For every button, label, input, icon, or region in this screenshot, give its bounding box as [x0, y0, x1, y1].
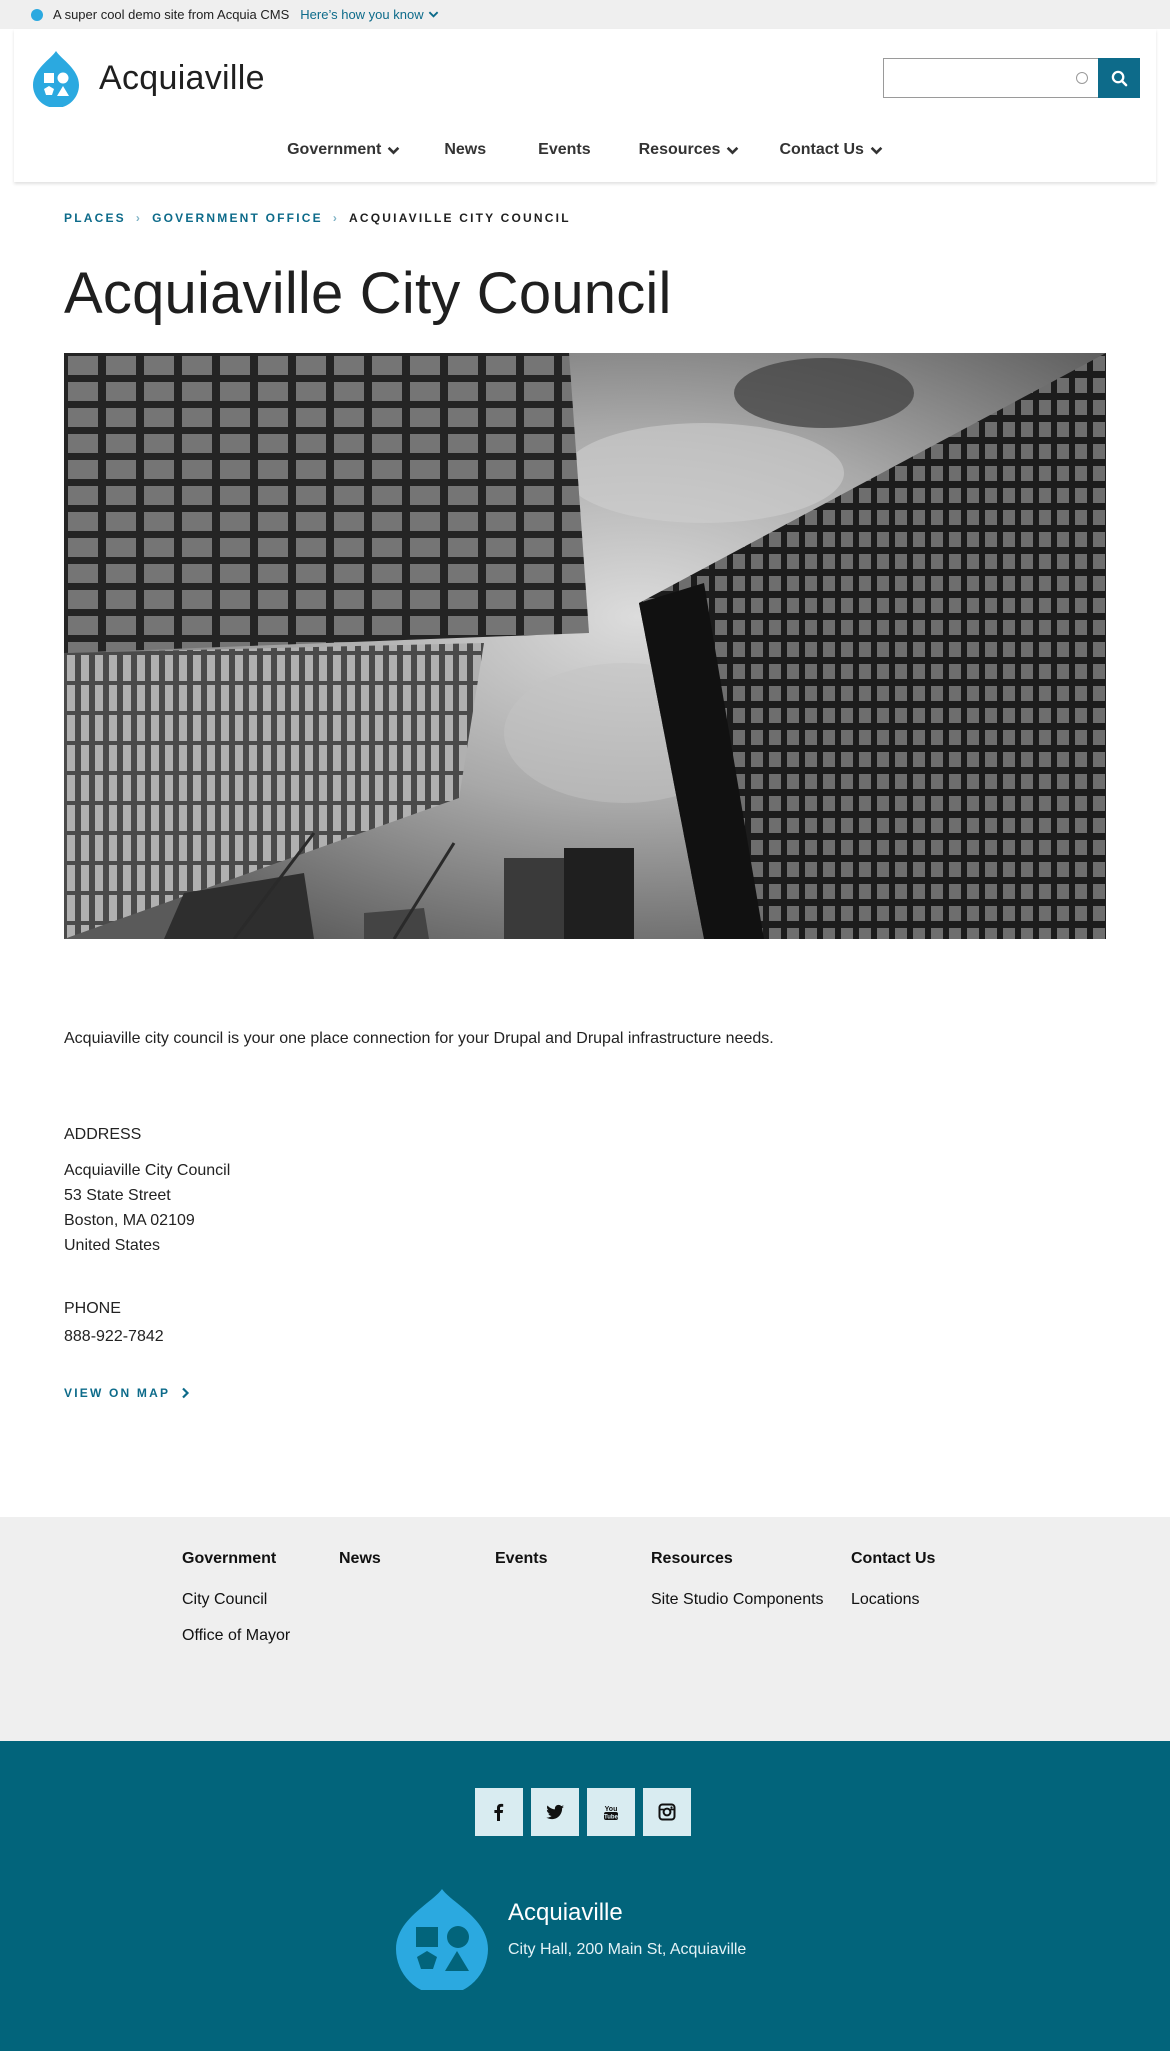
- footer-link-city-council[interactable]: City Council: [182, 1591, 290, 1609]
- view-on-map-link[interactable]: VIEW ON MAP: [64, 1386, 190, 1400]
- address-line: Acquiaville City Council: [64, 1161, 231, 1179]
- acquiaville-logo-icon: [33, 51, 79, 107]
- footer-heading-contact-us[interactable]: Contact Us: [851, 1550, 935, 1568]
- search-button[interactable]: [1098, 58, 1140, 98]
- footer-address: City Hall, 200 Main St, Acquiaville: [508, 1941, 747, 1958]
- breadcrumb-link-places[interactable]: Places: [64, 211, 126, 225]
- facebook-icon: [494, 1803, 504, 1821]
- nav-item-resources[interactable]: Resources: [619, 141, 760, 159]
- social-links: You Tube: [475, 1788, 691, 1836]
- chevron-right-icon: [182, 1387, 190, 1399]
- hero-image: [64, 352, 1106, 939]
- heres-how-you-know-link[interactable]: Here’s how you know: [300, 7, 438, 22]
- facebook-link[interactable]: [475, 1788, 523, 1836]
- drupal-dot-icon: [31, 8, 43, 21]
- chevron-down-icon: [870, 146, 883, 155]
- view-on-map-label: VIEW ON MAP: [64, 1385, 171, 1400]
- chevron-down-icon: [388, 146, 400, 155]
- breadcrumb: Places › Government office › Acquiaville…: [64, 211, 1106, 225]
- footer-link-office-of-mayor[interactable]: Office of Mayor: [182, 1627, 290, 1645]
- footer-site-name[interactable]: Acquiaville: [508, 1899, 623, 1927]
- site-footer: You Tube Acquiaville City Hall, 200 Main …: [0, 1741, 1170, 2051]
- nav-item-label: Resources: [638, 141, 721, 158]
- main-navigation: Government News Events Resources Contact…: [14, 141, 1156, 159]
- chevron-right-icon: ›: [135, 211, 143, 225]
- page-title: Acquiaville City Council: [64, 261, 672, 326]
- footer-menu: Government City Council Office of Mayor …: [0, 1517, 1170, 1741]
- address-block: Acquiaville City Council 53 State Street…: [64, 1158, 1106, 1258]
- address-line: Boston, MA 02109: [64, 1211, 195, 1229]
- youtube-icon: You Tube: [604, 1806, 619, 1821]
- nav-item-label: Contact Us: [779, 141, 864, 158]
- svg-text:Tube: Tube: [604, 1815, 619, 1821]
- nav-item-label: Events: [538, 141, 591, 158]
- site-header: Acquiaville Government News Events Resou…: [14, 29, 1156, 182]
- search-form: [883, 58, 1140, 98]
- address-line: United States: [64, 1236, 161, 1254]
- svg-text:You: You: [605, 1806, 618, 1813]
- nav-item-label: Government: [287, 141, 382, 158]
- address-line: 53 State Street: [64, 1186, 171, 1204]
- footer-heading-events[interactable]: Events: [495, 1550, 547, 1568]
- search-icon: [1111, 70, 1127, 86]
- chevron-down-icon: [727, 146, 739, 155]
- nav-item-news[interactable]: News: [420, 141, 510, 159]
- phone-number: 888-922-7842: [64, 1327, 164, 1345]
- footer-column-contact-us: Contact Us Locations: [851, 1550, 935, 1609]
- demo-banner-text: A super cool demo site from Acquia CMS: [53, 7, 290, 22]
- instagram-icon: [658, 1803, 676, 1821]
- breadcrumb-current: Acquiaville City Council: [349, 211, 571, 225]
- chevron-right-icon: ›: [332, 211, 340, 225]
- footer-link-locations[interactable]: Locations: [851, 1591, 935, 1609]
- twitter-icon: [546, 1804, 564, 1820]
- youtube-link[interactable]: You Tube: [587, 1788, 635, 1836]
- nav-item-label: News: [444, 141, 487, 158]
- site-name: Acquiaville: [99, 58, 265, 97]
- footer-column-government: Government City Council Office of Mayor: [182, 1550, 290, 1645]
- nav-item-contact-us[interactable]: Contact Us: [759, 141, 902, 159]
- intro-text: Acquiaville city council is your one pla…: [64, 1029, 774, 1047]
- phone-label: PHONE: [64, 1299, 121, 1317]
- footer-heading-news[interactable]: News: [339, 1550, 381, 1568]
- twitter-link[interactable]: [531, 1788, 579, 1836]
- demo-banner: A super cool demo site from Acquia CMS H…: [0, 0, 1170, 29]
- footer-column-news: News: [339, 1550, 381, 1568]
- nav-item-events[interactable]: Events: [510, 141, 618, 159]
- breadcrumb-link-government-office[interactable]: Government office: [152, 211, 323, 225]
- footer-column-events: Events: [495, 1550, 547, 1568]
- footer-link-site-studio-components[interactable]: Site Studio Components: [651, 1591, 824, 1609]
- acquiaville-footer-logo-icon: [396, 1889, 488, 1990]
- search-loading-icon: [1076, 72, 1088, 84]
- footer-column-resources: Resources Site Studio Components: [651, 1550, 824, 1609]
- address-label: ADDRESS: [64, 1125, 142, 1143]
- instagram-link[interactable]: [643, 1788, 691, 1836]
- chevron-down-icon: [428, 11, 438, 18]
- main-content: Places › Government office › Acquiaville…: [0, 211, 1170, 1402]
- search-input[interactable]: [883, 58, 1098, 98]
- footer-heading-government[interactable]: Government: [182, 1550, 290, 1568]
- heres-how-you-know-label: Here’s how you know: [300, 7, 424, 22]
- nav-item-government[interactable]: Government: [267, 141, 420, 159]
- site-branding[interactable]: Acquiaville: [31, 49, 265, 107]
- footer-heading-resources[interactable]: Resources: [651, 1550, 824, 1568]
